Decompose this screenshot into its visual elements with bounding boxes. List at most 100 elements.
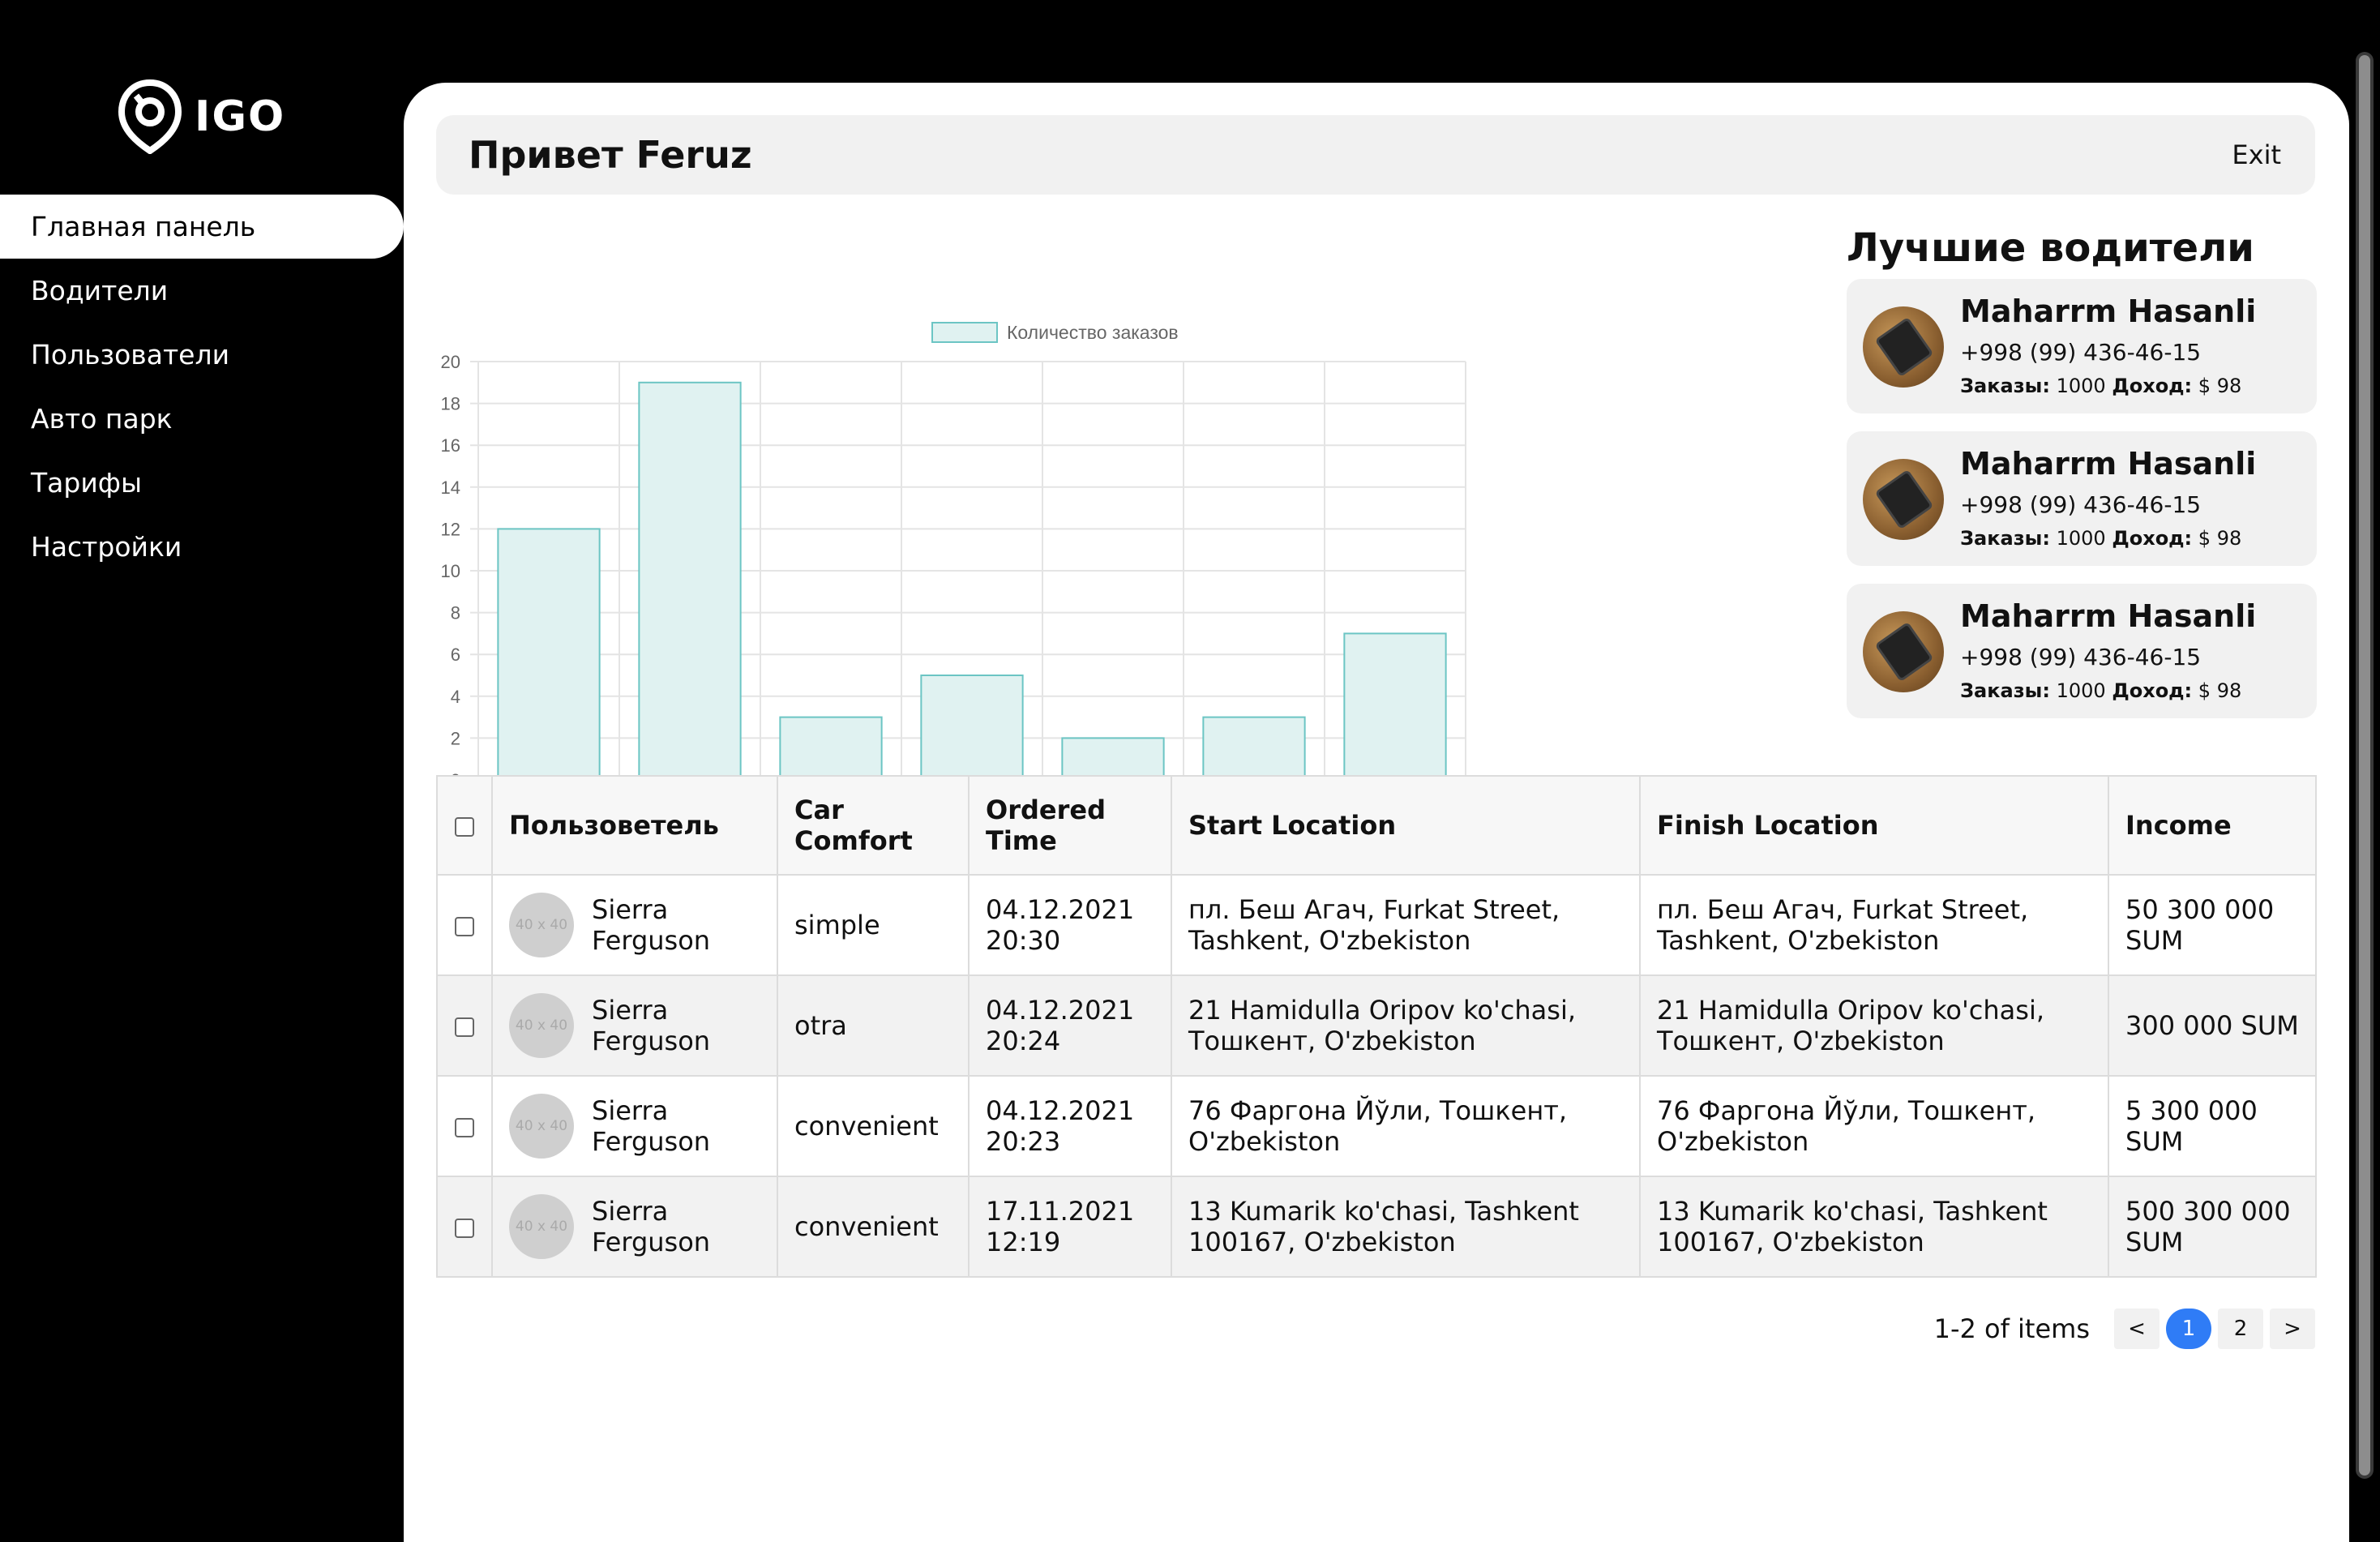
user-avatar: 40 x 40 bbox=[509, 993, 574, 1058]
sidebar-item-dashboard[interactable]: Главная панель bbox=[0, 195, 404, 259]
column-header-finish[interactable]: Finish Location bbox=[1639, 775, 2109, 876]
legend-swatch bbox=[931, 322, 998, 343]
table-row[interactable]: 40 x 40 Sierra Ferguson convenient 04.12.… bbox=[436, 1075, 2317, 1177]
sidebar-item-users[interactable]: Пользователи bbox=[0, 323, 404, 387]
driver-orders: 1000 bbox=[2056, 375, 2106, 397]
driver-stats: Заказы: 1000 Доход: $ 98 bbox=[1960, 375, 2241, 397]
user-avatar: 40 x 40 bbox=[509, 1094, 574, 1159]
driver-name: Maharrm Hasanli bbox=[1960, 293, 2257, 329]
sidebar-item-settings[interactable]: Настройки bbox=[0, 515, 404, 579]
driver-income: $ 98 bbox=[2198, 679, 2242, 702]
user-name: Sierra Ferguson bbox=[592, 995, 711, 1056]
driver-name: Maharrm Hasanli bbox=[1960, 446, 2257, 482]
driver-income: $ 98 bbox=[2198, 527, 2242, 550]
y-tick-label: 12 bbox=[441, 519, 460, 539]
table-row[interactable]: 40 x 40 Sierra Ferguson otra 04.12.2021 2… bbox=[436, 974, 2317, 1077]
bar-april bbox=[920, 675, 1024, 781]
y-tick-label: 8 bbox=[451, 603, 460, 623]
column-header-start[interactable]: Start Location bbox=[1171, 775, 1641, 876]
driver-income: $ 98 bbox=[2198, 375, 2242, 397]
row-select-cell bbox=[436, 1075, 493, 1177]
income-label: Доход: bbox=[2112, 679, 2193, 702]
comfort-cell: otra bbox=[777, 974, 970, 1077]
income-cell: 5 300 000 SUM bbox=[2108, 1075, 2317, 1177]
time-cell: 04.12.2021 20:30 bbox=[968, 874, 1172, 976]
driver-stats: Заказы: 1000 Доход: $ 98 bbox=[1960, 679, 2241, 702]
income-label: Доход: bbox=[2112, 375, 2193, 397]
row-select-cell bbox=[436, 974, 493, 1077]
sidebar-item-tariffs[interactable]: Тарифы bbox=[0, 451, 404, 515]
logo-pin-icon bbox=[118, 79, 182, 154]
row-checkbox[interactable] bbox=[455, 1118, 474, 1137]
driver-stats: Заказы: 1000 Доход: $ 98 bbox=[1960, 527, 2241, 550]
prev-page-button[interactable]: < bbox=[2114, 1309, 2160, 1349]
finish-location-cell: 21 Hamidulla Oripov ko'chasi, Тошкент, O… bbox=[1639, 974, 2109, 1077]
main-panel: Привет Feruz Exit 02468101214161820Janua… bbox=[404, 83, 2349, 1542]
income-cell: 50 300 000 SUM bbox=[2108, 874, 2317, 976]
column-header-user[interactable]: Пользоветель bbox=[491, 775, 778, 876]
next-page-button[interactable]: > bbox=[2270, 1309, 2315, 1349]
pagination: 1-2 of items < 1 2 > bbox=[1934, 1309, 2315, 1349]
top-drivers-title: Лучшие водители bbox=[1847, 225, 2254, 271]
page-button-1[interactable]: 1 bbox=[2166, 1309, 2211, 1349]
pagination-info: 1-2 of items bbox=[1933, 1313, 2090, 1344]
table-row[interactable]: 40 x 40 Sierra Ferguson simple 04.12.2021… bbox=[436, 874, 2317, 976]
driver-phone: +998 (99) 436-46-15 bbox=[1960, 339, 2202, 366]
driver-name: Maharrm Hasanli bbox=[1960, 598, 2257, 634]
driver-orders: 1000 bbox=[2056, 527, 2106, 550]
comfort-cell: simple bbox=[777, 874, 970, 976]
y-tick-label: 20 bbox=[441, 352, 460, 372]
page-button-2[interactable]: 2 bbox=[2218, 1309, 2263, 1349]
page-header: Привет Feruz Exit bbox=[436, 115, 2315, 195]
bar-february bbox=[638, 381, 742, 782]
finish-location-cell: пл. Беш Агач, Furkat Street, Tashkent, O… bbox=[1639, 874, 2109, 976]
income-cell: 300 000 SUM bbox=[2108, 974, 2317, 1077]
driver-orders: 1000 bbox=[2056, 679, 2106, 702]
driver-card[interactable]: Maharrm Hasanli +998 (99) 436-46-15 Зака… bbox=[1847, 279, 2317, 413]
sidebar-item-fleet[interactable]: Авто парк bbox=[0, 387, 404, 451]
driver-avatar bbox=[1863, 306, 1944, 388]
y-tick-label: 18 bbox=[441, 394, 460, 414]
exit-button[interactable]: Exit bbox=[2232, 139, 2281, 170]
user-cell: 40 x 40 Sierra Ferguson bbox=[491, 1176, 778, 1278]
top-drivers-panel: Лучшие водители Maharrm Hasanli +998 (99… bbox=[1847, 225, 2317, 736]
column-header-income[interactable]: Income bbox=[2108, 775, 2317, 876]
driver-avatar bbox=[1863, 459, 1944, 540]
user-cell: 40 x 40 Sierra Ferguson bbox=[491, 1075, 778, 1177]
comfort-cell: convenient bbox=[777, 1075, 970, 1177]
orders-chart: 02468101214161820JanuaryFebruaryMarchApr… bbox=[436, 229, 1555, 829]
income-label: Доход: bbox=[2112, 527, 2193, 550]
y-tick-label: 2 bbox=[451, 728, 460, 748]
user-name: Sierra Ferguson bbox=[592, 1095, 711, 1157]
start-location-cell: 21 Hamidulla Oripov ko'chasi, Тошкент, O… bbox=[1171, 974, 1641, 1077]
orders-table: Пользоветель Car Comfort Ordered Time St… bbox=[436, 775, 2317, 1278]
column-header-time[interactable]: Ordered Time bbox=[968, 775, 1172, 876]
start-location-cell: пл. Беш Агач, Furkat Street, Tashkent, O… bbox=[1171, 874, 1641, 976]
logo[interactable]: IGO bbox=[118, 79, 285, 154]
row-checkbox[interactable] bbox=[455, 1219, 474, 1238]
table-row[interactable]: 40 x 40 Sierra Ferguson convenient 17.11.… bbox=[436, 1176, 2317, 1278]
driver-phone: +998 (99) 436-46-15 bbox=[1960, 491, 2202, 518]
column-header-comfort[interactable]: Car Comfort bbox=[777, 775, 970, 876]
user-name: Sierra Ferguson bbox=[592, 1196, 711, 1257]
y-tick-label: 14 bbox=[441, 478, 460, 498]
bar-july bbox=[1343, 632, 1447, 781]
sidebar: IGO Главная панель Водители Пользователи… bbox=[0, 0, 404, 1542]
bar-march bbox=[779, 716, 883, 781]
driver-card[interactable]: Maharrm Hasanli +998 (99) 436-46-15 Зака… bbox=[1847, 584, 2317, 718]
driver-avatar bbox=[1863, 611, 1944, 692]
select-all-checkbox[interactable] bbox=[455, 817, 474, 837]
scrollbar-thumb[interactable] bbox=[2359, 55, 2370, 1476]
row-checkbox[interactable] bbox=[455, 917, 474, 936]
y-tick-label: 16 bbox=[441, 435, 460, 456]
time-cell: 17.11.2021 12:19 bbox=[968, 1176, 1172, 1278]
user-cell: 40 x 40 Sierra Ferguson bbox=[491, 974, 778, 1077]
row-checkbox[interactable] bbox=[455, 1017, 474, 1037]
select-all-cell bbox=[436, 775, 493, 876]
orders-bar-chart: 02468101214161820JanuaryFebruaryMarchApr… bbox=[441, 322, 1466, 820]
row-select-cell bbox=[436, 1176, 493, 1278]
page-title: Привет Feruz bbox=[469, 133, 752, 177]
driver-card[interactable]: Maharrm Hasanli +998 (99) 436-46-15 Зака… bbox=[1847, 431, 2317, 566]
user-cell: 40 x 40 Sierra Ferguson bbox=[491, 874, 778, 976]
sidebar-item-drivers[interactable]: Водители bbox=[0, 259, 404, 323]
